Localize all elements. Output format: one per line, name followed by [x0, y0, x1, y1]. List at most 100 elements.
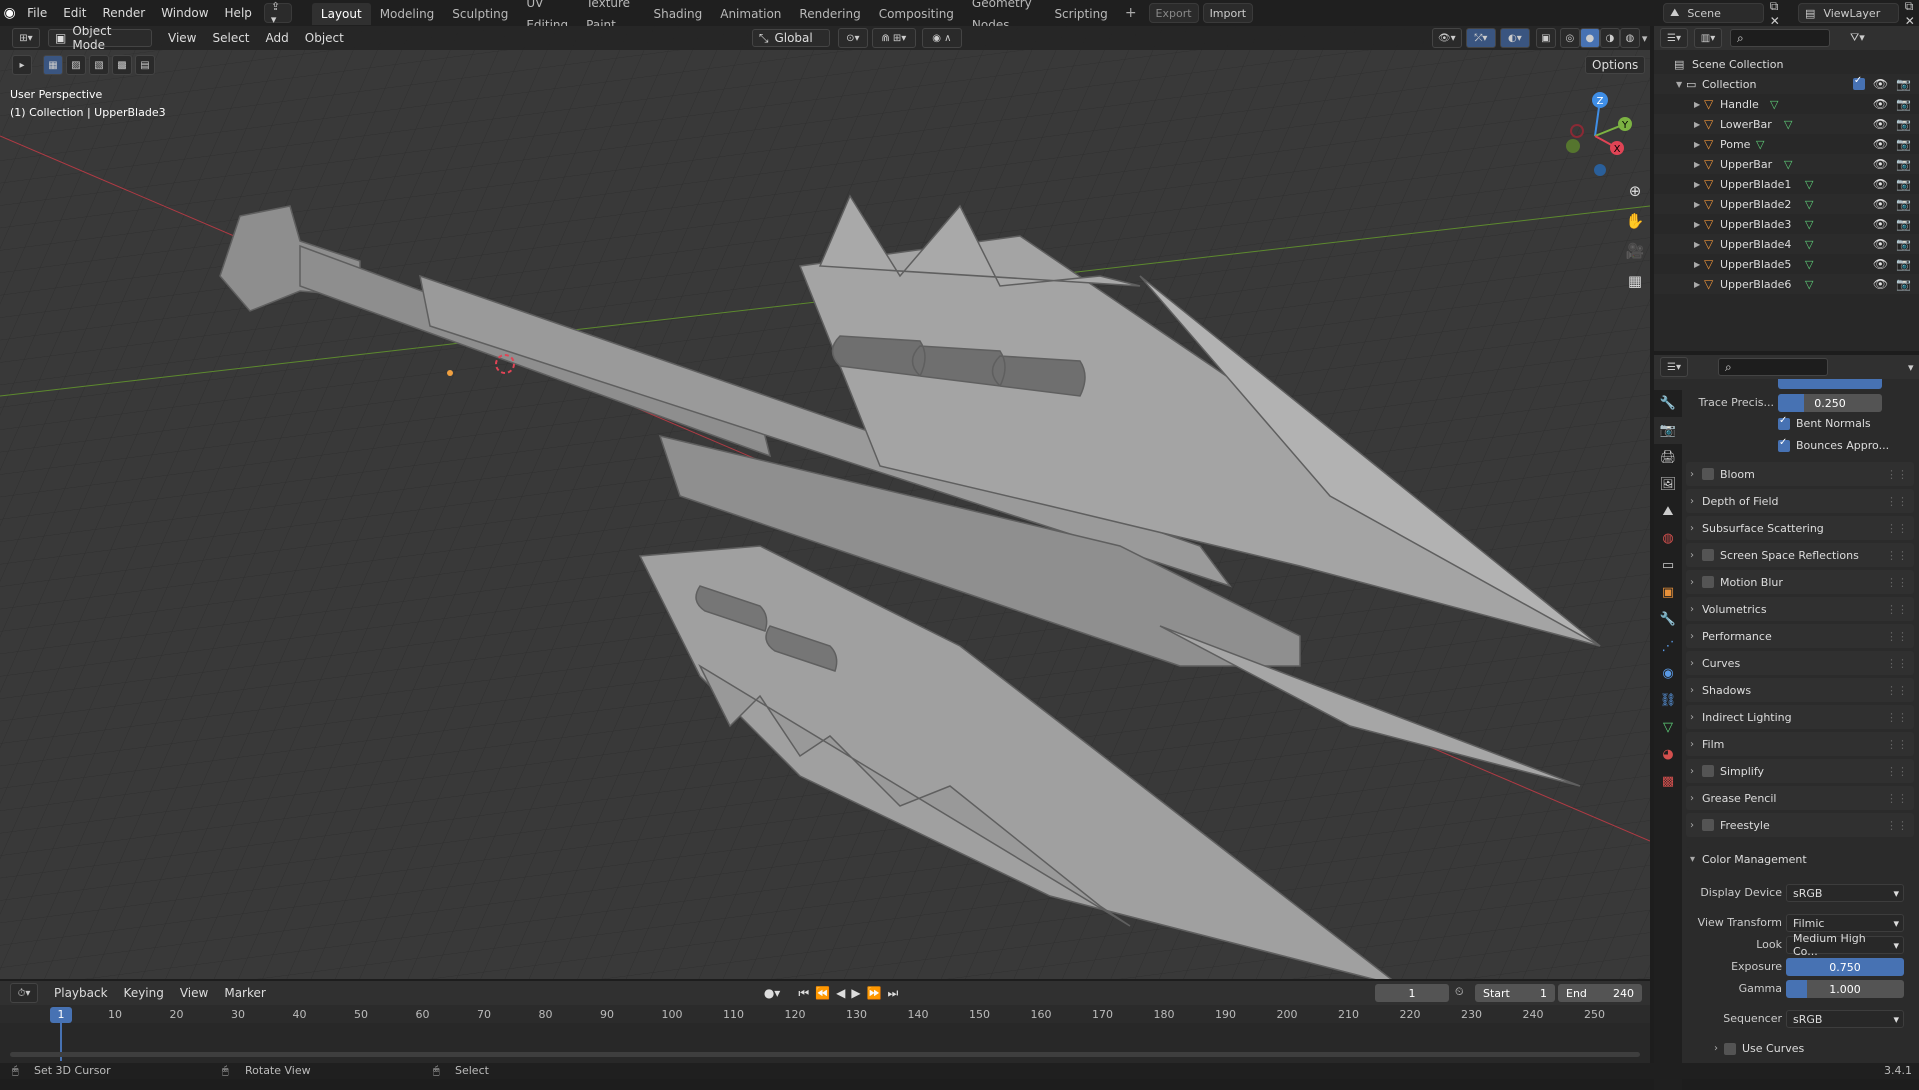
trace-precision-field[interactable]: 0.250	[1778, 394, 1882, 412]
visibility-button[interactable]: 👁▾	[1431, 28, 1462, 48]
bounces-row[interactable]: Bounces Appro...	[1778, 437, 1889, 452]
collection-row[interactable]: ▼ ▭ Collection 👁 📷	[1654, 74, 1919, 94]
panel-drag-handle-icon[interactable]: ⋮⋮	[1886, 576, 1908, 589]
object-visibility-icon[interactable]: 👁	[1873, 237, 1888, 251]
render-panel[interactable]: › Depth of Field ⋮⋮	[1686, 489, 1914, 513]
ortho-grid-icon[interactable]: ▦	[1622, 268, 1648, 294]
render-panel[interactable]: › Curves ⋮⋮	[1686, 651, 1914, 675]
overlay-button[interactable]: ◐▾	[1499, 28, 1530, 48]
view-transform-dropdown[interactable]: Filmic ▾	[1786, 914, 1904, 932]
camera-view-icon[interactable]: 🎥	[1622, 238, 1648, 264]
object-render-icon[interactable]: 📷	[1896, 177, 1911, 191]
outliner-object-row[interactable]: ▶ ▽ UpperBlade3 ▽ 👁 📷	[1654, 214, 1919, 234]
scene-tab-icon[interactable]: ⛰	[1654, 498, 1682, 525]
panel-enable-checkbox[interactable]	[1702, 576, 1714, 588]
outliner-search-input[interactable]: ⌕	[1730, 29, 1830, 47]
render-panel[interactable]: › Grease Pencil ⋮⋮	[1686, 786, 1914, 810]
object-expand-icon[interactable]: ▶	[1694, 100, 1704, 109]
jump-start-icon[interactable]: ⏮	[798, 986, 809, 1001]
snap-button[interactable]: ⋒ ⊞▾	[871, 28, 916, 48]
select-box-new-icon[interactable]: ▦	[43, 55, 63, 75]
object-render-icon[interactable]: 📷	[1896, 217, 1911, 231]
tab-rendering[interactable]: Rendering	[790, 3, 869, 25]
color-management-panel[interactable]: ▾ Color Management	[1686, 847, 1914, 871]
object-expand-icon[interactable]: ▶	[1694, 160, 1704, 169]
panel-drag-handle-icon[interactable]: ⋮⋮	[1886, 738, 1908, 751]
add-workspace-icon[interactable]: +	[1117, 5, 1145, 21]
viewport-menu-select[interactable]: Select	[204, 31, 257, 45]
viewlayer-actions[interactable]: ⧉ ✕	[1905, 0, 1919, 28]
panel-enable-checkbox[interactable]	[1702, 549, 1714, 561]
export-button[interactable]: Export	[1148, 3, 1199, 23]
menu-render[interactable]: Render	[94, 0, 153, 26]
next-keyframe-icon[interactable]: ⏩	[867, 986, 882, 1001]
object-visibility-icon[interactable]: 👁	[1873, 197, 1888, 211]
shading-options-chevron-icon[interactable]: ▾	[1642, 32, 1648, 45]
viewport-scene[interactable]	[0, 26, 1650, 979]
options-dropdown[interactable]: Options	[1585, 56, 1645, 74]
viewport-menu-view[interactable]: View	[160, 31, 204, 45]
collection-expand-icon[interactable]: ▼	[1676, 80, 1686, 89]
outliner-object-row[interactable]: ▶ ▽ Handle ▽ 👁 📷	[1654, 94, 1919, 114]
blender-logo-icon[interactable]: ◉	[0, 5, 19, 21]
template-menu[interactable]: ⇪ ▾	[263, 0, 292, 26]
timeline-scrollbar[interactable]	[10, 1052, 1640, 1057]
select-box-extend-icon[interactable]: ▨	[66, 55, 86, 75]
object-visibility-icon[interactable]: 👁	[1873, 257, 1888, 271]
properties-editor-type-icon[interactable]: ☰▾	[1660, 357, 1688, 377]
object-render-icon[interactable]: 📷	[1896, 257, 1911, 271]
collection-render-icon[interactable]: 📷	[1896, 77, 1911, 91]
particles-tab-icon[interactable]: ⋰	[1654, 633, 1682, 660]
mesh-data-icon[interactable]: ▽	[1784, 158, 1792, 171]
3d-viewport[interactable]: ⊞▾ ▣ Object Mode View Select Add Object ⤡…	[0, 26, 1650, 979]
rendered-shading-button[interactable]: ◍	[1619, 28, 1640, 48]
orientation-dropdown[interactable]: ⤡ Global	[751, 29, 830, 47]
play-icon[interactable]: ▶	[851, 986, 860, 1001]
viewport-menu-object[interactable]: Object	[297, 31, 352, 45]
tweak-tool-icon[interactable]: ▸	[12, 55, 32, 75]
render-panel[interactable]: › Indirect Lighting ⋮⋮	[1686, 705, 1914, 729]
object-render-icon[interactable]: 📷	[1896, 137, 1911, 151]
menu-window[interactable]: Window	[153, 0, 216, 26]
panel-drag-handle-icon[interactable]: ⋮⋮	[1886, 765, 1908, 778]
menu-file[interactable]: File	[19, 0, 55, 26]
playhead[interactable]: 1	[50, 1007, 72, 1023]
view-layer-tab-icon[interactable]: 🖼	[1654, 471, 1682, 498]
display-device-dropdown[interactable]: sRGB ▾	[1786, 884, 1904, 902]
world-tab-icon[interactable]: ◍	[1654, 525, 1682, 552]
jump-end-icon[interactable]: ⏭	[888, 986, 899, 1001]
texture-tab-icon[interactable]: ▩	[1654, 768, 1682, 795]
menu-edit[interactable]: Edit	[55, 0, 94, 26]
sequencer-dropdown[interactable]: sRGB ▾	[1786, 1010, 1904, 1028]
mesh-data-icon[interactable]: ▽	[1805, 218, 1813, 231]
look-dropdown[interactable]: Medium High Co... ▾	[1786, 932, 1904, 958]
outliner-object-row[interactable]: ▶ ▽ Pome ▽ 👁 📷	[1654, 134, 1919, 154]
select-box-intersect-icon[interactable]: ▤	[135, 55, 155, 75]
tab-sculpting[interactable]: Sculpting	[443, 3, 517, 25]
render-panel[interactable]: › Freestyle ⋮⋮	[1686, 813, 1914, 837]
menu-help[interactable]: Help	[217, 0, 260, 26]
object-visibility-icon[interactable]: 👁	[1873, 137, 1888, 151]
render-panel[interactable]: › Subsurface Scattering ⋮⋮	[1686, 516, 1914, 540]
object-expand-icon[interactable]: ▶	[1694, 240, 1704, 249]
bent-normals-row[interactable]: Bent Normals	[1778, 415, 1871, 430]
outliner-object-row[interactable]: ▶ ▽ UpperBlade2 ▽ 👁 📷	[1654, 194, 1919, 214]
panel-drag-handle-icon[interactable]: ⋮⋮	[1886, 630, 1908, 643]
import-button[interactable]: Import	[1202, 3, 1254, 23]
tab-shading[interactable]: Shading	[644, 3, 711, 25]
panel-drag-handle-icon[interactable]: ⋮⋮	[1886, 522, 1908, 535]
tab-modeling[interactable]: Modeling	[371, 3, 444, 25]
panel-drag-handle-icon[interactable]: ⋮⋮	[1886, 711, 1908, 724]
panel-drag-handle-icon[interactable]: ⋮⋮	[1886, 792, 1908, 805]
panel-drag-handle-icon[interactable]: ⋮⋮	[1886, 684, 1908, 697]
outliner-object-row[interactable]: ▶ ▽ UpperBlade5 ▽ 👁 📷	[1654, 254, 1919, 274]
filter-icon[interactable]: ⛛▾	[1850, 31, 1865, 45]
gamma-field[interactable]: 1.000	[1786, 980, 1904, 998]
solid-shading-button[interactable]: ●	[1579, 28, 1600, 48]
timeline-menu-view[interactable]: View	[172, 986, 216, 1000]
mesh-data-icon[interactable]: ▽	[1805, 178, 1813, 191]
current-frame-field[interactable]: 1	[1375, 984, 1449, 1002]
outliner-editor-type-icon[interactable]: ☰▾	[1660, 28, 1688, 48]
object-expand-icon[interactable]: ▶	[1694, 220, 1704, 229]
select-box-subtract-icon[interactable]: ▧	[89, 55, 109, 75]
